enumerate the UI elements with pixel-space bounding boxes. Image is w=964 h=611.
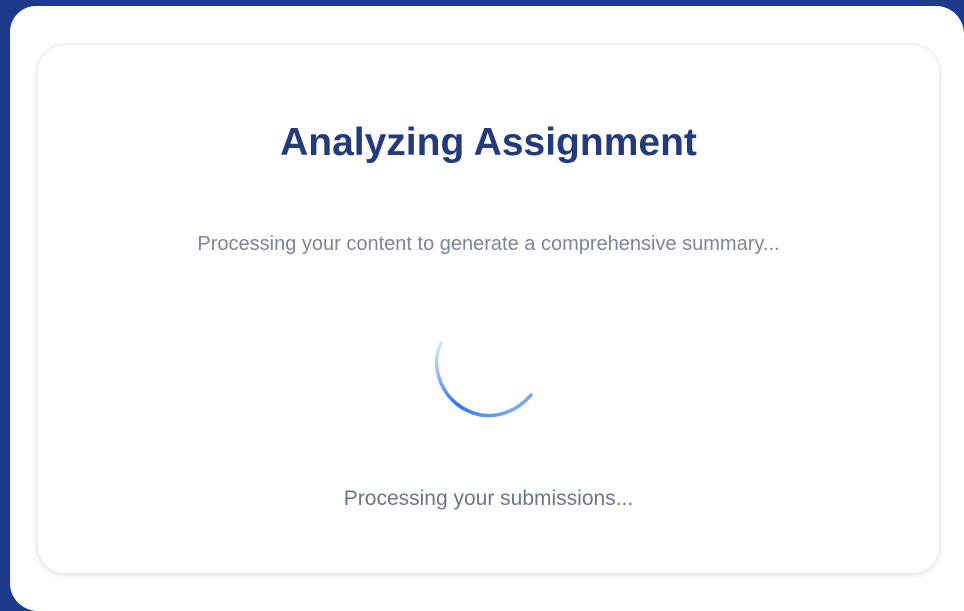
loading-spinner-icon xyxy=(434,341,533,418)
subtitle-text: Processing your content to generate a co… xyxy=(197,233,780,255)
status-text: Processing your submissions... xyxy=(343,487,634,510)
app-frame: Analyzing Assignment Processing your con… xyxy=(10,6,964,611)
analysis-card: Analyzing Assignment Processing your con… xyxy=(37,44,940,574)
page-title: Analyzing Assignment xyxy=(280,121,697,164)
